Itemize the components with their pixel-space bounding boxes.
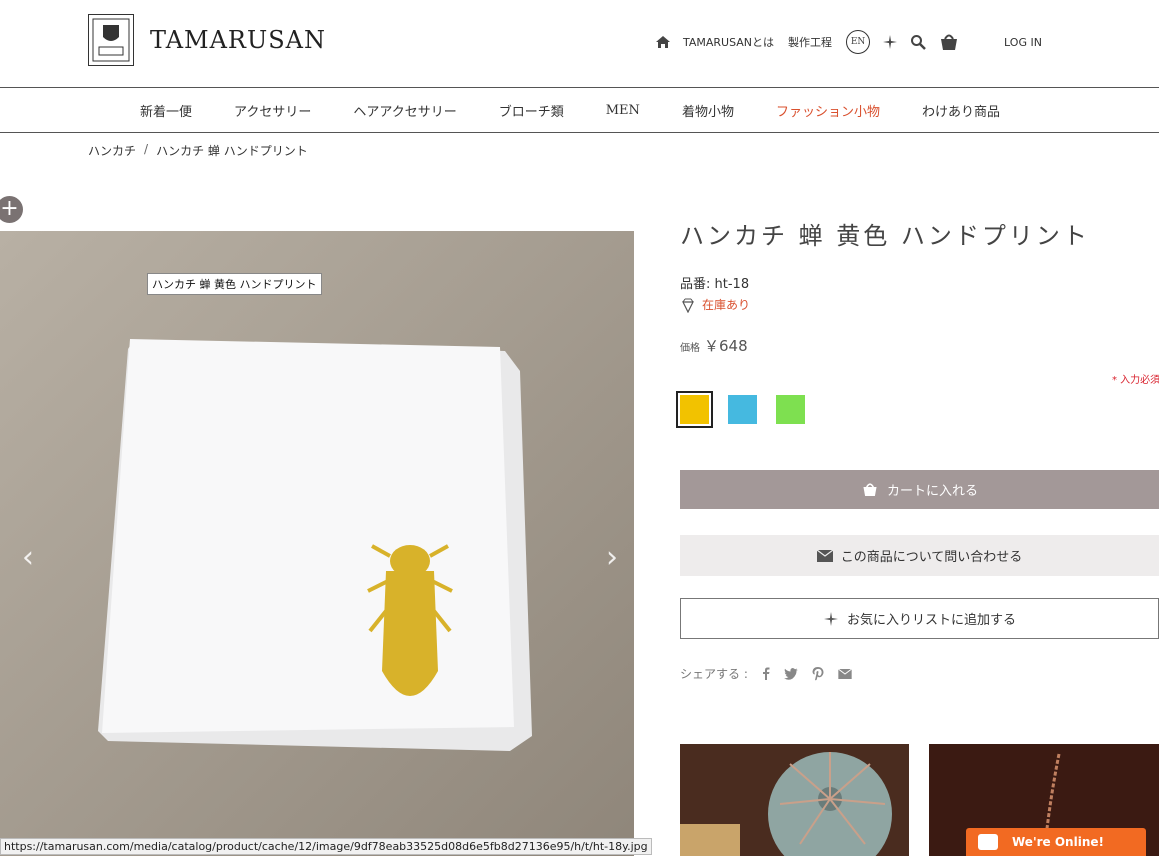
inquiry-button[interactable]: この商品について問い合わせる <box>680 535 1159 576</box>
add-to-wishlist-button[interactable]: お気に入りリストに追加する <box>680 598 1159 639</box>
main-nav: 新着一便 アクセサリー ヘアアクセサリー ブローチ類 MEN 着物小物 ファッシ… <box>0 89 1159 133</box>
diamond-icon <box>680 297 696 313</box>
logo-emblem[interactable] <box>88 14 134 66</box>
nav-accessories[interactable]: アクセサリー <box>234 101 311 120</box>
logo-wordmark[interactable]: TAMARUSAN <box>150 26 326 54</box>
price-label: 価格 <box>680 343 700 354</box>
stock-label: 在庫あり <box>702 298 751 312</box>
gallery-next-arrow-icon[interactable]: › <box>606 540 618 575</box>
sku-label: 品番: <box>680 277 711 292</box>
swatch-green[interactable] <box>776 395 805 424</box>
wishlist-label: お気に入りリストに追加する <box>846 613 1016 628</box>
add-to-cart-label: カートに入れる <box>886 484 978 499</box>
add-to-cart-button[interactable]: カートに入れる <box>680 470 1159 509</box>
product-price: 価格 ￥648 <box>680 335 748 356</box>
chat-bubble-icon <box>978 834 998 850</box>
product-image[interactable] <box>0 231 634 856</box>
breadcrumb-separator: / <box>144 142 149 156</box>
nav-hair-accessories[interactable]: ヘアアクセサリー <box>353 101 456 120</box>
wishlist-icon[interactable] <box>882 34 898 50</box>
search-icon[interactable] <box>910 34 926 50</box>
cart-icon <box>861 482 879 497</box>
product-sku: 品番: ht-18 <box>680 273 749 292</box>
color-swatches <box>676 391 824 428</box>
zoom-plus-icon[interactable]: + <box>0 196 23 223</box>
nav-process-link[interactable]: 製作工程 <box>788 34 832 50</box>
gallery-prev-arrow-icon[interactable]: ‹ <box>22 540 34 575</box>
lang-label: EN <box>846 30 871 54</box>
required-note: * 入力必須 <box>1112 375 1159 386</box>
breadcrumb-current: ハンカチ 蝉 ハンドプリント <box>156 144 308 158</box>
chat-label: We're Online! <box>1012 835 1104 849</box>
email-share-icon[interactable] <box>837 668 852 679</box>
nav-new[interactable]: 新着一便 <box>140 101 192 120</box>
pinterest-icon[interactable] <box>812 666 824 681</box>
nav-fashion-goods[interactable]: ファッション小物 <box>776 101 880 120</box>
inquiry-label: この商品について問い合わせる <box>840 550 1023 565</box>
nav-about-link[interactable]: TAMARUSANとは <box>683 34 774 50</box>
wishlist-icon <box>823 611 839 627</box>
image-tooltip: ハンカチ 蝉 黄色 ハンドプリント <box>147 273 322 295</box>
related-product-thumb[interactable] <box>680 744 909 856</box>
stock-status: 在庫あり <box>680 296 750 313</box>
browser-status-url: https://tamarusan.com/media/catalog/prod… <box>0 838 652 855</box>
breadcrumb: ハンカチ / ハンカチ 蝉 ハンドプリント <box>88 142 308 159</box>
price-value: ￥648 <box>704 337 748 355</box>
nav-brooches[interactable]: ブローチ類 <box>499 101 564 120</box>
chat-widget-button[interactable]: We're Online! <box>966 828 1146 856</box>
swatch-blue[interactable] <box>728 395 757 424</box>
sku-value: ht-18 <box>714 277 750 292</box>
twitter-icon[interactable] <box>783 667 798 680</box>
top-nav: TAMARUSANとは 製作工程 EN LOG IN <box>655 30 1042 54</box>
language-toggle[interactable]: EN <box>846 30 871 54</box>
product-title: ハンカチ 蝉 黄色 ハンドプリント <box>680 222 1090 250</box>
breadcrumb-category[interactable]: ハンカチ <box>88 142 136 159</box>
nav-outlet[interactable]: わけあり商品 <box>922 101 1000 120</box>
share-label: シェアする : <box>680 667 748 681</box>
share-bar: シェアする : <box>680 665 852 682</box>
nav-kimono-goods[interactable]: 着物小物 <box>682 101 734 120</box>
facebook-icon[interactable] <box>762 667 770 680</box>
site-header: TAMARUSAN TAMARUSANとは 製作工程 EN LOG IN <box>0 0 1159 88</box>
swatch-yellow[interactable] <box>676 391 713 428</box>
login-link[interactable]: LOG IN <box>1004 36 1042 49</box>
cart-icon[interactable] <box>938 33 960 51</box>
home-icon[interactable] <box>655 35 671 49</box>
nav-men[interactable]: MEN <box>606 103 640 118</box>
envelope-icon <box>816 549 833 562</box>
